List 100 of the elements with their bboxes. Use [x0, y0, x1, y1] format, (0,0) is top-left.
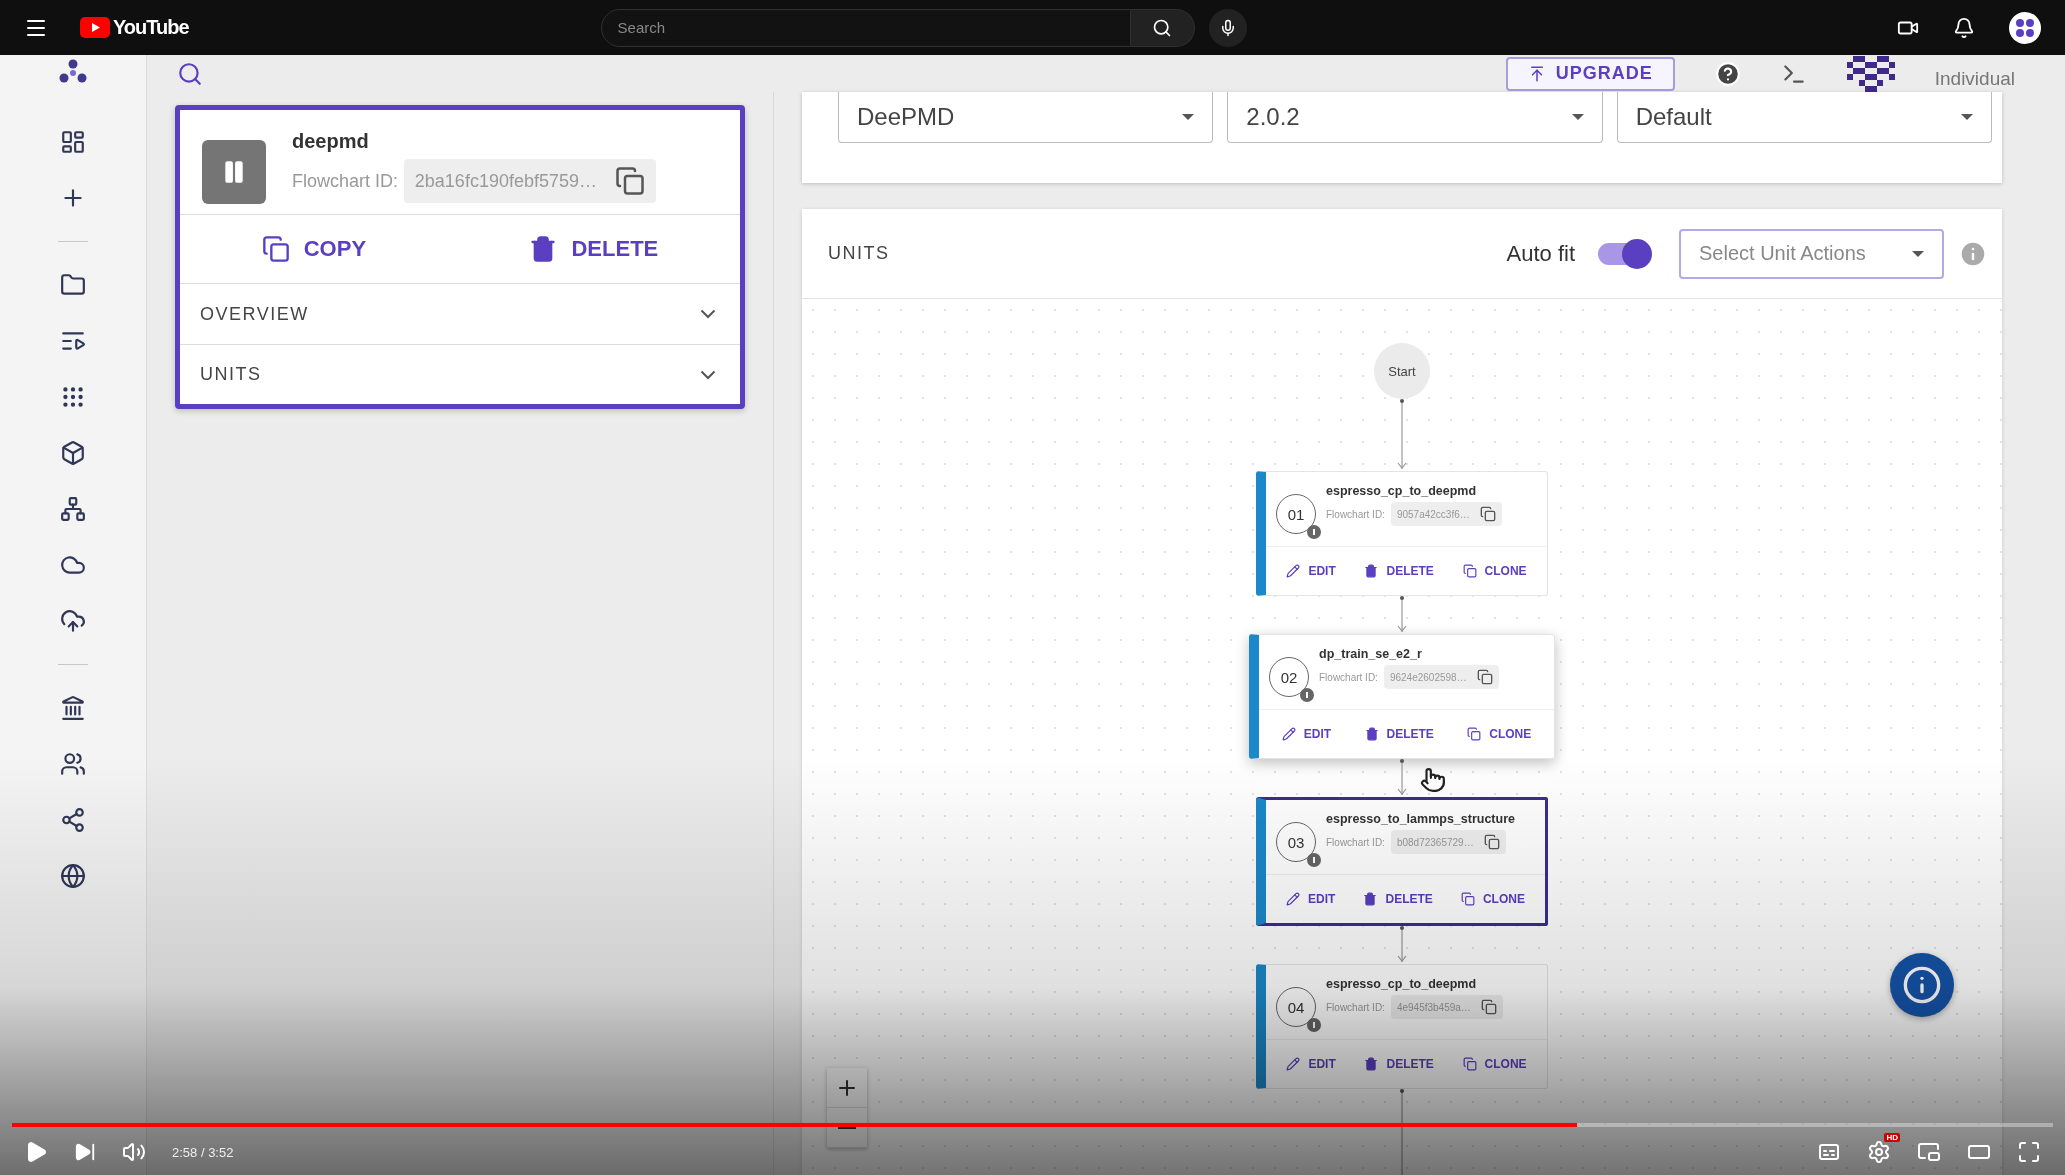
connector-arrow — [1396, 399, 1408, 471]
hierarchy-icon[interactable] — [60, 496, 86, 522]
pencil-icon — [1286, 1057, 1301, 1071]
microphone-button[interactable] — [1208, 8, 1247, 47]
unit-name: espresso_to_lammps_structure — [1326, 812, 1515, 826]
folder-icon[interactable] — [60, 272, 86, 298]
bank-icon[interactable] — [60, 695, 86, 721]
unit-actions-select[interactable]: Select Unit Actions — [1679, 228, 1944, 279]
dropdown-field[interactable]: Default — [1616, 92, 1992, 143]
account-avatar-icon[interactable] — [1846, 55, 1895, 92]
id-label: Flowchart ID: — [1326, 508, 1385, 520]
connector-arrow — [1396, 926, 1408, 964]
search-field[interactable]: Search — [600, 8, 1131, 47]
volume-icon[interactable] — [122, 1140, 146, 1164]
id-label: Flowchart ID: — [1326, 1001, 1385, 1013]
unit-action-button[interactable]: EDIT — [1286, 1057, 1336, 1071]
id-field: b08d72365729… — [1390, 830, 1506, 854]
id-label: Flowchart ID: — [292, 170, 399, 192]
unit-action-button[interactable]: CLONE — [1467, 727, 1532, 741]
status-icon — [1307, 853, 1321, 867]
unit-name: espresso_cp_to_deepmd — [1326, 484, 1478, 498]
unit-action-button[interactable]: CLONE — [1462, 1057, 1527, 1071]
accordion-header[interactable]: OVERVIEW — [180, 284, 740, 344]
unit-card[interactable]: 04 espresso_cp_to_deepmd Flowchart ID: 4e945f3b459a… EDIT DELETE CLONE — [1256, 964, 1548, 1089]
globe-icon[interactable] — [60, 863, 86, 889]
unit-action-button[interactable]: EDIT — [1286, 892, 1336, 906]
pause-button[interactable] — [202, 140, 266, 204]
fullscreen-icon[interactable] — [2017, 1140, 2041, 1164]
cursor-icon — [1420, 767, 1446, 793]
info-icon — [1902, 965, 1942, 1005]
unit-name: dp_train_se_e2_r — [1319, 647, 1423, 661]
dots-grid-icon[interactable] — [60, 384, 86, 410]
caret-icon — [1961, 114, 1973, 120]
caret-icon — [1182, 114, 1195, 120]
search-button[interactable] — [1130, 8, 1195, 47]
workflow-name: deepmd — [292, 130, 370, 153]
copy-icon[interactable] — [1479, 506, 1496, 522]
trash-icon — [1364, 727, 1379, 741]
youtube-logo[interactable]: YouTube — [80, 16, 189, 39]
unit-card[interactable]: 01 espresso_cp_to_deepmd Flowchart ID: 9057a42cc3f6… EDIT DELETE CLONE — [1256, 471, 1548, 596]
avatar-icon[interactable] — [2009, 11, 2041, 44]
zoom-out-button[interactable] — [827, 1108, 867, 1148]
dashboard-icon[interactable] — [60, 129, 86, 155]
copy-icon[interactable] — [615, 166, 645, 197]
status-icon — [1307, 525, 1321, 539]
status-icon — [1307, 1018, 1321, 1032]
id-field: 9057a42cc3f6… — [1390, 502, 1502, 526]
search-icon[interactable] — [177, 60, 203, 87]
copy-icon[interactable] — [1480, 999, 1497, 1015]
panel-title: UNITS — [828, 243, 890, 264]
next-icon[interactable] — [74, 1141, 96, 1163]
unit-action-button[interactable]: DELETE — [1364, 727, 1434, 741]
connector-arrow — [1396, 759, 1408, 797]
copy-icon — [1467, 727, 1482, 741]
id-label: Flowchart ID: — [1319, 671, 1378, 683]
pencil-icon — [1281, 727, 1296, 741]
trash-icon — [1364, 1057, 1379, 1071]
unit-action-button[interactable]: DELETE — [1364, 1057, 1434, 1071]
unit-action-button[interactable]: CLONE — [1460, 892, 1525, 906]
copy-icon — [1462, 1057, 1477, 1071]
unit-action-button[interactable]: EDIT — [1281, 727, 1332, 741]
search-icon — [1152, 17, 1173, 38]
people-icon[interactable] — [60, 751, 86, 777]
unit-card[interactable]: 02 dp_train_se_e2_r Flowchart ID: 9624e2602598… EDIT DELETE CLONE — [1249, 634, 1555, 759]
copy-icon — [261, 235, 290, 263]
miniplayer-icon[interactable] — [1917, 1140, 1941, 1164]
trash-icon — [1364, 564, 1379, 578]
start-node: Start — [1374, 343, 1430, 399]
copy-icon[interactable] — [1476, 669, 1493, 685]
status-icon — [1300, 688, 1314, 702]
video-time: 2:58 / 3:52 — [172, 1144, 234, 1160]
share-icon[interactable] — [60, 807, 86, 833]
account-type: Individual — [1934, 68, 2015, 90]
workflow-action-button[interactable]: DELETE — [523, 234, 665, 264]
pencil-icon — [1286, 564, 1301, 578]
id-field: 4e945f3b459a… — [1390, 995, 1503, 1019]
copy-icon[interactable] — [1483, 834, 1500, 850]
caret-icon — [1912, 250, 1924, 257]
unit-name: espresso_cp_to_deepmd — [1326, 977, 1478, 991]
upgrade-button[interactable]: UPGRADE — [1505, 56, 1675, 91]
help-icon[interactable] — [1714, 60, 1741, 87]
dropdown-field[interactable]: DeePMD — [838, 92, 1214, 143]
id-label: Flowchart ID: — [1326, 836, 1385, 848]
unit-action-button[interactable]: DELETE — [1364, 564, 1434, 578]
zoom-in-button[interactable] — [827, 1068, 867, 1108]
settings-icon[interactable] — [1867, 1140, 1891, 1164]
unit-action-button[interactable]: EDIT — [1286, 564, 1336, 578]
unit-action-button[interactable]: DELETE — [1363, 892, 1433, 906]
unit-action-button[interactable]: CLONE — [1462, 564, 1527, 578]
connector-arrow — [1396, 596, 1408, 634]
dropdown-field[interactable]: 2.0.2 — [1227, 92, 1603, 143]
box-icon[interactable] — [60, 440, 86, 466]
app-logo — [58, 59, 88, 85]
accordion-header[interactable]: UNITS — [180, 344, 740, 404]
caret-icon — [1571, 114, 1584, 120]
notifications-icon[interactable] — [1953, 16, 1975, 39]
workflow-action-button[interactable]: COPY — [255, 234, 373, 264]
upload-icon[interactable] — [60, 608, 86, 634]
unit-card[interactable]: 03 espresso_to_lammps_structure Flowchart ID: b08d72365729… EDIT DELETE CLONE — [1256, 797, 1548, 926]
id-field: 2ba16fc190febf5759… — [404, 159, 656, 204]
